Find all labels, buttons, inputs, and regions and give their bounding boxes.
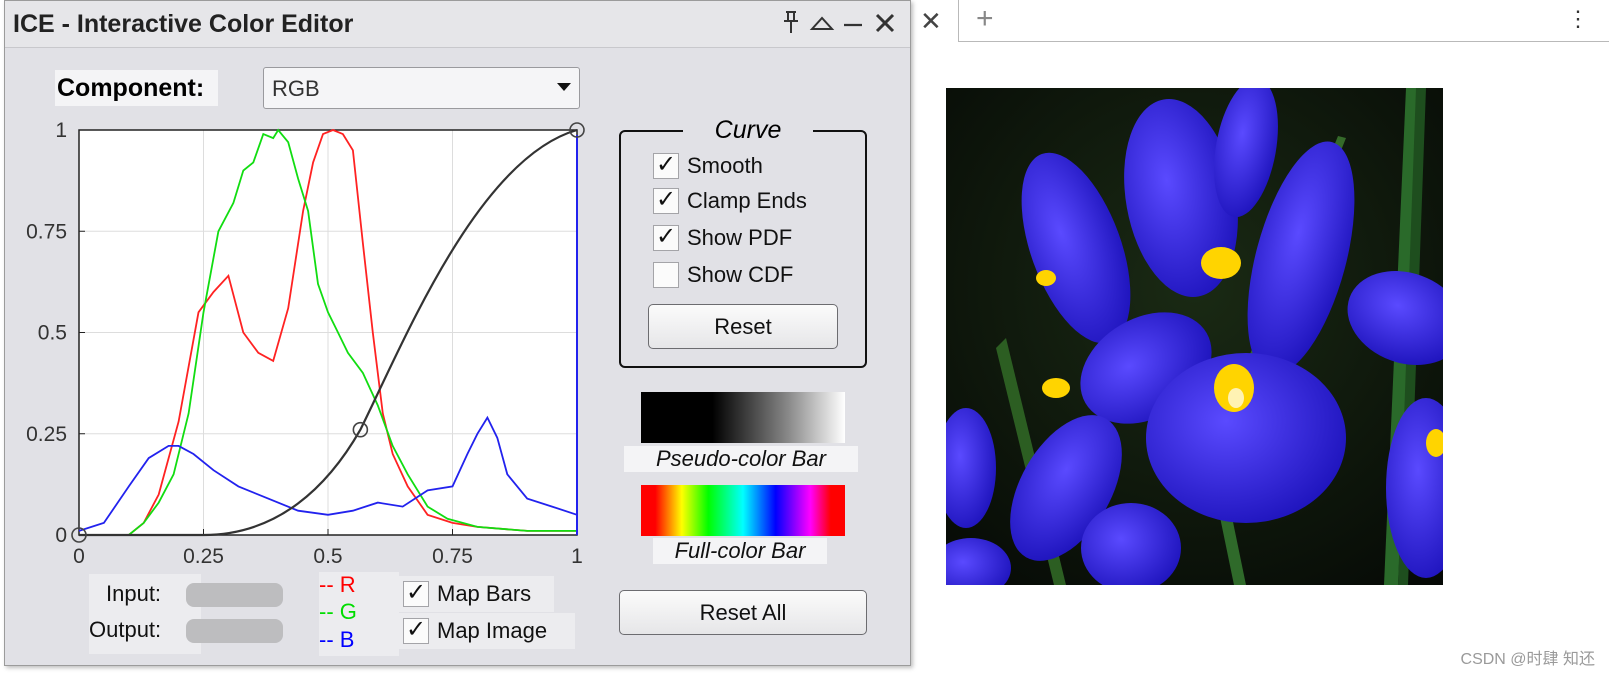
x-tick-label: 0.5 bbox=[313, 545, 342, 568]
smooth-label: Smooth bbox=[687, 153, 763, 178]
host-tab-bar: ✕ + ⋮ bbox=[910, 0, 1609, 42]
clamp-ends-label: Clamp Ends bbox=[687, 188, 807, 213]
dialog-title: ICE - Interactive Color Editor bbox=[13, 10, 354, 38]
dialog-content: Component: RGB 0 0.25 0.5 0.75 1 0 0.25 0.5 0.75… bbox=[5, 48, 910, 665]
smooth-checkbox[interactable]: ✓ Smooth bbox=[653, 151, 763, 181]
close-icon[interactable] bbox=[872, 8, 898, 38]
curve-panel-title: Curve bbox=[683, 115, 813, 145]
show-pdf-checkbox[interactable]: ✓ Show PDF bbox=[653, 223, 792, 253]
legend-g: -- G bbox=[319, 599, 357, 624]
checkbox-box[interactable] bbox=[653, 262, 679, 288]
checkmark-icon: ✓ bbox=[656, 223, 677, 250]
y-tick-label: 1 bbox=[55, 119, 67, 142]
checkbox-box[interactable]: ✓ bbox=[653, 151, 679, 179]
checkbox-box[interactable]: ✓ bbox=[403, 616, 429, 644]
iris-image bbox=[946, 88, 1443, 585]
channel-legend: -- R -- G -- B bbox=[319, 572, 399, 656]
checkbox-box[interactable]: ✓ bbox=[653, 223, 679, 251]
close-icon[interactable]: ✕ bbox=[920, 6, 942, 36]
y-tick-label: 0 bbox=[55, 524, 67, 547]
show-cdf-label: Show CDF bbox=[687, 262, 794, 287]
x-tick-label: 0.75 bbox=[432, 545, 473, 568]
host-tab[interactable]: ✕ bbox=[910, 0, 959, 42]
tab-divider bbox=[958, 41, 1609, 42]
map-bars-checkbox[interactable]: ✓ Map Bars bbox=[399, 576, 554, 612]
checkmark-icon: ✓ bbox=[406, 579, 427, 606]
show-cdf-checkbox[interactable]: Show CDF bbox=[653, 260, 793, 290]
curve-panel: Curve ✓ Smooth ✓ Clamp Ends ✓ Show PDF S… bbox=[619, 115, 867, 368]
pin-icon[interactable] bbox=[778, 8, 804, 38]
input-label: Input: bbox=[106, 581, 162, 606]
checkmark-icon: ✓ bbox=[406, 616, 427, 643]
input-value-field bbox=[186, 583, 283, 607]
map-image-label: Map Image bbox=[437, 618, 548, 643]
x-tick-label: 0 bbox=[73, 545, 85, 568]
more-menu-icon[interactable]: ⋮ bbox=[1567, 4, 1589, 34]
pseudo-color-bar bbox=[641, 392, 845, 443]
y-tick-label: 0.5 bbox=[38, 322, 67, 345]
reset-all-button[interactable]: Reset All bbox=[619, 590, 867, 635]
x-tick-label: 1 bbox=[571, 545, 583, 568]
output-label: Output: bbox=[89, 617, 162, 642]
show-pdf-label: Show PDF bbox=[687, 225, 793, 250]
checkmark-icon: ✓ bbox=[656, 151, 677, 178]
reset-button[interactable]: Reset bbox=[648, 304, 838, 349]
full-color-bar-label: Full-color Bar bbox=[653, 538, 827, 564]
legend-r: -- R bbox=[319, 572, 356, 597]
histogram-plot[interactable]: 0 0.25 0.5 0.75 1 0 0.25 0.5 0.75 1 bbox=[5, 48, 615, 665]
checkbox-box[interactable]: ✓ bbox=[403, 579, 429, 607]
map-bars-label: Map Bars bbox=[437, 581, 532, 606]
full-color-bar bbox=[641, 485, 845, 536]
host-window: ✕ + ⋮ CSDN @时肆 知还 bbox=[910, 0, 1609, 683]
map-image-checkbox[interactable]: ✓ Map Image bbox=[399, 613, 575, 649]
x-tick-label: 0.25 bbox=[183, 545, 224, 568]
maximize-icon[interactable] bbox=[809, 8, 835, 38]
checkbox-box[interactable]: ✓ bbox=[653, 186, 679, 214]
clamp-ends-checkbox[interactable]: ✓ Clamp Ends bbox=[653, 186, 807, 216]
pseudo-color-bar-label: Pseudo-color Bar bbox=[624, 446, 858, 472]
y-tick-label: 0.25 bbox=[26, 423, 67, 446]
y-tick-label: 0.75 bbox=[26, 220, 67, 243]
output-value-field bbox=[186, 619, 283, 643]
dialog-titlebar[interactable]: ICE - Interactive Color Editor bbox=[5, 1, 910, 48]
watermark: CSDN @时肆 知还 bbox=[1460, 651, 1595, 668]
checkmark-icon: ✓ bbox=[656, 186, 677, 213]
legend-b: -- B bbox=[319, 627, 355, 652]
add-tab-icon[interactable]: + bbox=[976, 2, 994, 36]
minimize-icon[interactable] bbox=[840, 8, 866, 38]
ice-dialog: ICE - Interactive Color Editor Component… bbox=[4, 0, 911, 666]
